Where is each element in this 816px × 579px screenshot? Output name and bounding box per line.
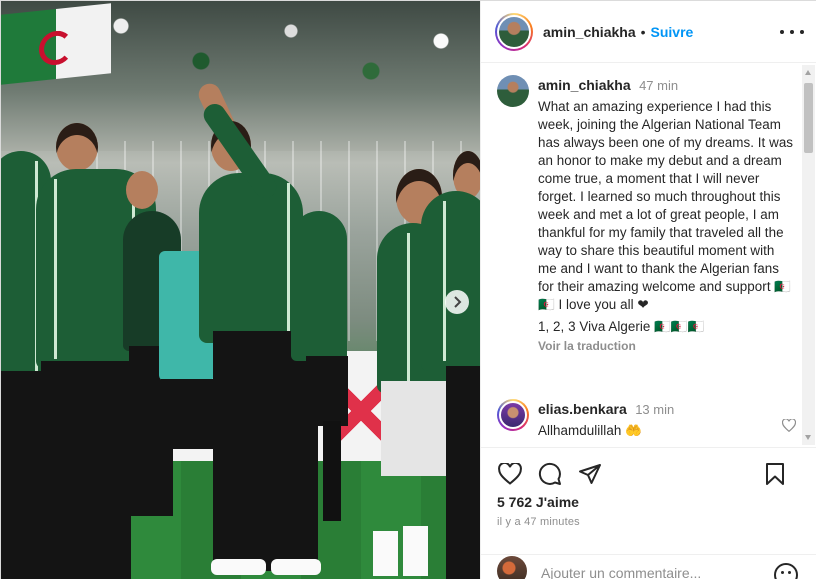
player-figure — [446, 366, 480, 579]
more-horizontal-icon — [780, 30, 784, 34]
comment-text: Allhamdulillah 🤲 — [538, 423, 642, 438]
caption-username[interactable]: amin_chiakha — [538, 77, 631, 93]
player-figure — [1, 371, 43, 579]
likes-count[interactable]: 5 762 J'aime — [497, 494, 579, 510]
current-user-avatar — [497, 556, 527, 579]
algerian-flag — [1, 3, 111, 85]
share-button[interactable] — [577, 461, 603, 487]
player-figure — [373, 531, 398, 576]
follow-button[interactable]: Suivre — [651, 24, 694, 40]
more-options-button[interactable] — [780, 23, 804, 41]
comment-time: 13 min — [635, 402, 675, 417]
comment-username[interactable]: elias.benkara — [538, 401, 627, 417]
player-figure — [403, 526, 428, 576]
player-figure — [199, 173, 303, 343]
see-translation-link[interactable]: Voir la traduction — [538, 339, 796, 353]
comment-body: elias.benkara 13 min Allhamdulillah 🤲 — [538, 399, 796, 440]
scroll-thumb[interactable] — [804, 83, 813, 153]
post-side-panel: amin_chiakha • Suivre amin_chiakha 47 mi… — [480, 1, 816, 579]
player-figure — [56, 123, 98, 171]
more-horizontal-icon — [790, 30, 794, 34]
comment-button[interactable] — [537, 461, 563, 487]
caption-avatar[interactable] — [497, 75, 529, 107]
heart-icon — [498, 463, 522, 485]
player-figure — [291, 211, 347, 361]
separator-dot: • — [640, 23, 646, 40]
comment-item: elias.benkara 13 min Allhamdulillah 🤲 — [497, 399, 797, 440]
post-header: amin_chiakha • Suivre — [481, 1, 816, 63]
post-photo[interactable] — [1, 1, 480, 579]
more-horizontal-icon — [800, 30, 804, 34]
post-caption: amin_chiakha 47 min What an amazing expe… — [497, 75, 797, 353]
post-dialog: amin_chiakha • Suivre amin_chiakha 47 mi… — [0, 0, 816, 579]
author-username[interactable]: amin_chiakha — [543, 24, 636, 40]
player-figure — [323, 421, 341, 521]
author-avatar[interactable] — [495, 12, 533, 51]
caption-body: amin_chiakha 47 min What an amazing expe… — [538, 75, 796, 353]
caption-text-line2: 1, 2, 3 Viva Algerie 🇩🇿🇩🇿🇩🇿 — [538, 319, 705, 334]
save-button[interactable] — [762, 461, 788, 487]
next-image-button[interactable] — [445, 290, 469, 314]
post-timestamp[interactable]: il y a 47 minutes — [497, 516, 580, 528]
comments-scrollbar[interactable] — [802, 65, 815, 445]
add-comment-bar — [481, 554, 816, 579]
player-figure — [41, 361, 131, 579]
send-icon — [579, 464, 601, 484]
player-figure — [271, 559, 321, 575]
emoji-icon[interactable] — [774, 563, 798, 579]
player-figure — [126, 171, 158, 209]
action-icons-row — [497, 460, 802, 488]
scroll-down-arrow-icon[interactable] — [805, 435, 811, 440]
caption-text: What an amazing experience I had this we… — [538, 99, 794, 312]
caption-time: 47 min — [639, 78, 679, 93]
comment-input[interactable] — [541, 565, 761, 579]
commenter-avatar[interactable] — [497, 399, 529, 431]
player-figure — [161, 379, 221, 449]
player-figure — [381, 381, 453, 476]
player-figure — [211, 559, 266, 575]
comments-list[interactable]: amin_chiakha 47 min What an amazing expe… — [481, 63, 816, 447]
comment-like-icon[interactable] — [782, 419, 796, 432]
chevron-right-icon — [454, 296, 462, 308]
player-figure — [421, 191, 480, 371]
player-figure — [213, 331, 318, 571]
player-figure — [306, 356, 348, 426]
like-button[interactable] — [497, 461, 523, 487]
post-actions: 5 762 J'aime il y a 47 minutes — [481, 447, 816, 579]
scroll-up-arrow-icon[interactable] — [805, 70, 811, 75]
bookmark-icon — [766, 463, 784, 485]
comment-icon — [538, 462, 561, 485]
